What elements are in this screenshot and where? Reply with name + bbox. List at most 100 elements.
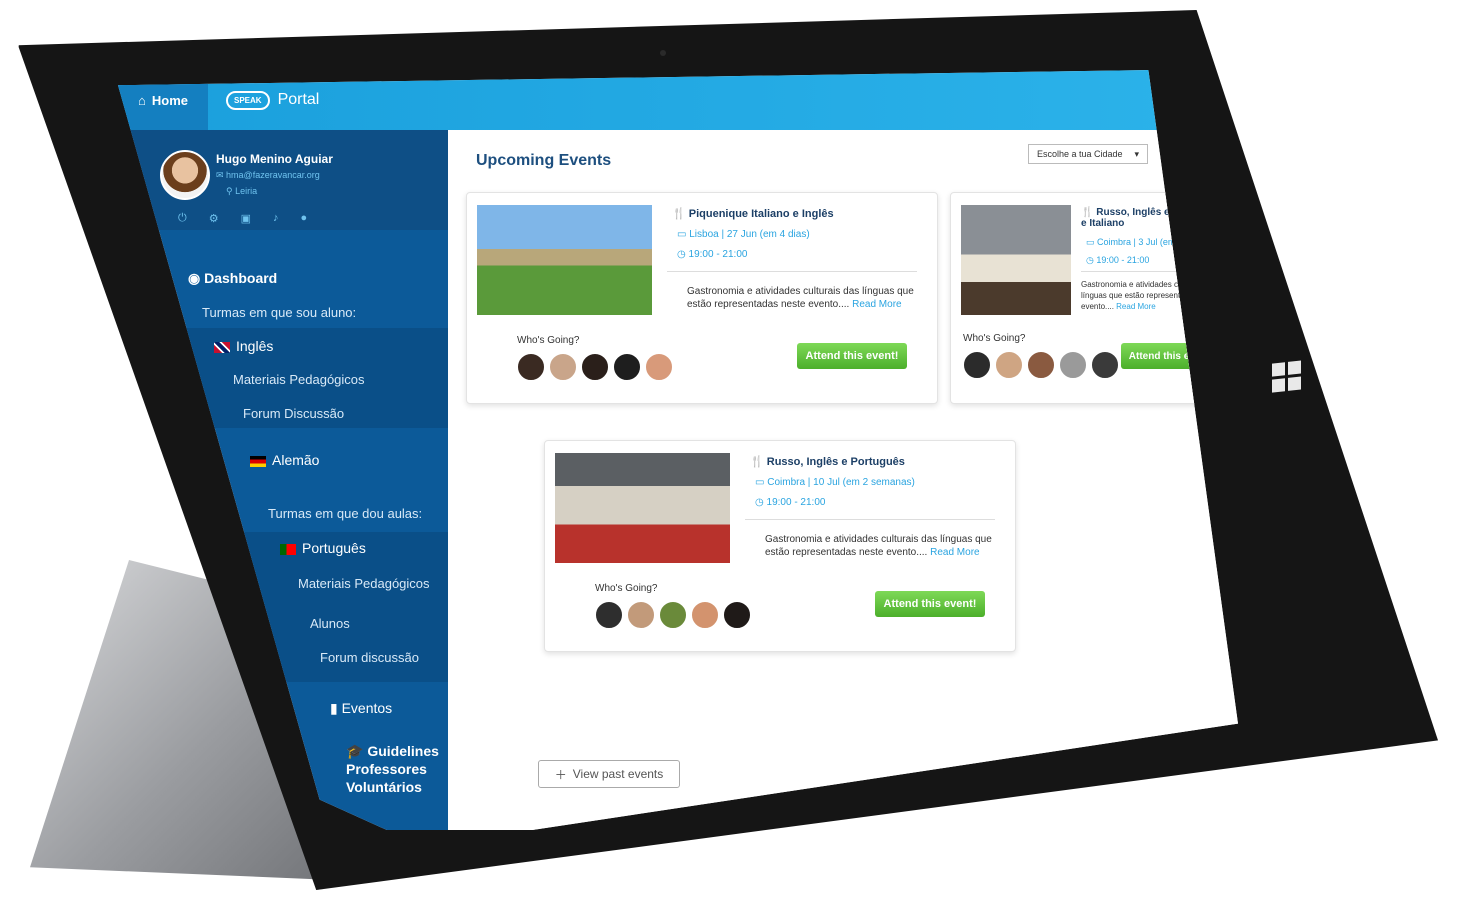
- whos-going-label: Who's Going?: [517, 335, 580, 346]
- event-card: 🍴 Russo, Inglês e Português ▭ Coimbra | …: [544, 440, 1016, 652]
- notification-icon[interactable]: ●: [300, 212, 307, 225]
- profile-email: ✉ hma@fazeravancar.org: [216, 170, 320, 180]
- nav-ingles-materiais[interactable]: Materiais Pedagógicos: [233, 372, 365, 387]
- nav-alemao[interactable]: Alemão: [250, 452, 319, 468]
- view-past-events-label: View past events: [572, 767, 664, 781]
- brand-name: Portal: [277, 91, 320, 108]
- attend-event-button[interactable]: Attend this event!: [797, 343, 907, 369]
- nav-ingles[interactable]: Inglês: [214, 338, 273, 354]
- nav-portugues-label: Português: [302, 540, 366, 556]
- plus-icon: ＋: [554, 767, 567, 782]
- attendee-list: [963, 351, 1119, 379]
- read-more-link[interactable]: Read More: [852, 299, 901, 310]
- nav-dashboard-label: Dashboard: [204, 270, 278, 286]
- event-description: Gastronomia e atividades culturais das l…: [765, 533, 995, 559]
- event-card: 🍴 Piquenique Italiano e Inglês ▭ Lisboa …: [466, 192, 938, 404]
- whos-going-label: Who's Going?: [595, 583, 658, 594]
- event-photo[interactable]: [555, 453, 730, 563]
- event-date: ▭ Lisboa | 27 Jun (em 4 dias): [677, 229, 810, 240]
- avatar[interactable]: [549, 353, 577, 381]
- home-label: Home: [151, 92, 188, 108]
- avatar[interactable]: [627, 601, 655, 629]
- view-past-events-button[interactable]: ＋ View past events: [538, 760, 680, 788]
- city-select[interactable]: Escolhe a tua Cidade ▾: [1028, 144, 1148, 164]
- event-title-text: Russo, Inglês e Português: [766, 456, 905, 468]
- avatar[interactable]: [613, 353, 641, 381]
- avatar[interactable]: [723, 601, 751, 629]
- nav-eventos[interactable]: ▮ Eventos: [330, 700, 392, 717]
- nav-portugues[interactable]: Português: [280, 540, 366, 556]
- profile-city: ⚲ Leiria: [226, 186, 258, 196]
- student-heading: Turmas em que sou aluno:: [202, 305, 357, 320]
- nav-portugues-materiais[interactable]: Materiais Pedagógicos: [298, 576, 430, 591]
- avatar[interactable]: [517, 353, 545, 381]
- nav-portugues-alunos[interactable]: Alunos: [310, 616, 350, 631]
- whos-going-label: Who's Going?: [963, 333, 1026, 344]
- divider: [745, 519, 995, 520]
- dashboard-icon: ◉: [188, 270, 205, 286]
- nav-portugues-forum[interactable]: Forum discussão: [320, 650, 419, 665]
- event-date-text: Lisboa | 27 Jun (em 4 dias): [689, 229, 810, 240]
- avatar[interactable]: [1027, 351, 1055, 379]
- attendee-list: [595, 601, 751, 629]
- event-time-text: 19:00 - 21:00: [766, 497, 826, 508]
- event-title-text: Piquenique Italiano e Inglês: [688, 208, 834, 220]
- read-more-link[interactable]: Read More: [1116, 302, 1156, 311]
- camera-dot: [660, 50, 666, 56]
- music-icon[interactable]: ♪: [273, 212, 279, 225]
- divider: [667, 271, 917, 272]
- avatar[interactable]: [160, 150, 210, 200]
- event-time: ◷ 19:00 - 21:00: [755, 497, 826, 508]
- city-select-value: Escolhe a tua Cidade: [1037, 149, 1123, 159]
- brand-logo[interactable]: SPEAK Portal: [226, 90, 320, 110]
- read-more-link[interactable]: Read More: [930, 547, 979, 558]
- profile-panel: Hugo Menino Aguiar ✉ hma@fazeravancar.or…: [118, 130, 448, 230]
- page-title: Upcoming Events: [476, 152, 612, 169]
- nav-alemao-label: Alemão: [272, 452, 320, 468]
- event-time: ◷ 19:00 - 21:00: [1086, 255, 1150, 265]
- home-icon: ⌂: [138, 92, 146, 108]
- power-icon[interactable]: ⏻: [178, 212, 187, 225]
- graduation-cap-icon: 🎓: [346, 743, 368, 759]
- teacher-heading: Turmas em que dou aulas:: [268, 506, 423, 521]
- windows-logo-icon[interactable]: [1272, 360, 1302, 393]
- nav-dashboard[interactable]: ◉ Dashboard: [188, 270, 277, 287]
- nav-eventos-label: Eventos: [341, 700, 393, 716]
- avatar[interactable]: [963, 351, 991, 379]
- speak-badge: SPEAK: [226, 90, 270, 110]
- event-photo[interactable]: [961, 205, 1071, 315]
- nav-ingles-forum[interactable]: Forum Discussão: [243, 406, 344, 421]
- event-title[interactable]: 🍴 Russo, Inglês e Português: [750, 455, 905, 468]
- id-card-icon[interactable]: ▣: [241, 212, 251, 225]
- bookmark-icon: ▮: [330, 700, 342, 716]
- avatar[interactable]: [1091, 351, 1119, 379]
- profile-actions: ⏻ ⚙ ▣ ♪ ●: [178, 212, 307, 225]
- attend-event-button[interactable]: Attend this event!: [875, 591, 985, 617]
- gear-icon[interactable]: ⚙: [209, 212, 219, 225]
- event-time: ◷ 19:00 - 21:00: [677, 249, 748, 260]
- event-photo[interactable]: [477, 205, 652, 315]
- de-flag-icon: [250, 455, 266, 467]
- profile-name: Hugo Menino Aguiar: [216, 152, 333, 166]
- avatar[interactable]: [581, 353, 609, 381]
- avatar[interactable]: [995, 351, 1023, 379]
- avatar[interactable]: [691, 601, 719, 629]
- profile-city-text: Leiria: [235, 186, 258, 196]
- chevron-down-icon: ▾: [1134, 148, 1139, 159]
- main-content: Upcoming Events Escolhe a tua Cidade ▾ 🍴…: [448, 130, 1238, 830]
- profile-email-text: hma@fazeravancar.org: [226, 170, 320, 180]
- event-description: Gastronomia e atividades culturais das l…: [687, 285, 917, 311]
- nav-ingles-label: Inglês: [236, 338, 274, 354]
- event-time-text: 19:00 - 21:00: [688, 249, 748, 260]
- event-date: ▭ Coimbra | 10 Jul (em 2 semanas): [755, 477, 915, 488]
- pt-flag-icon: [280, 543, 296, 555]
- event-time-text: 19:00 - 21:00: [1096, 255, 1150, 265]
- uk-flag-icon: [214, 341, 230, 353]
- attendee-list: [517, 353, 673, 381]
- avatar[interactable]: [1059, 351, 1087, 379]
- event-date-text: Coimbra | 10 Jul (em 2 semanas): [767, 477, 915, 488]
- avatar[interactable]: [595, 601, 623, 629]
- event-title[interactable]: 🍴 Piquenique Italiano e Inglês: [672, 207, 834, 220]
- avatar[interactable]: [659, 601, 687, 629]
- avatar[interactable]: [645, 353, 673, 381]
